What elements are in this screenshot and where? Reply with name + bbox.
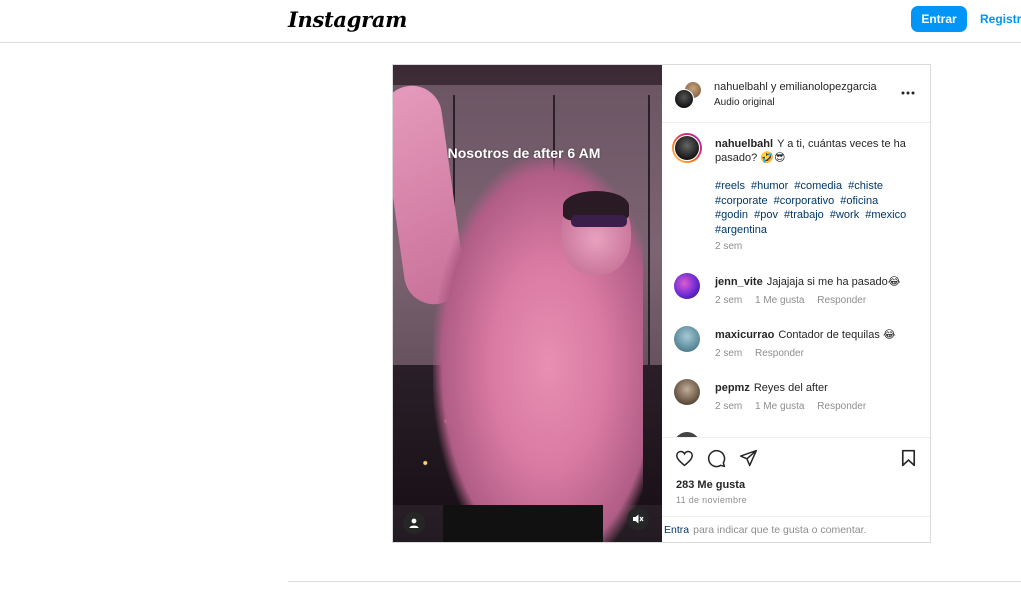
reply-button[interactable]: Responder	[817, 401, 866, 412]
comment-body: pepmz Reyes del after	[715, 381, 919, 395]
caption-meta: 2 sem	[715, 241, 752, 252]
video-figure-shorts	[443, 505, 603, 542]
hashtag[interactable]: #corporativo	[774, 195, 835, 207]
comment-time[interactable]: 2 sem	[715, 295, 742, 306]
mute-button[interactable]	[627, 508, 649, 530]
comment-button[interactable]	[706, 448, 726, 468]
login-button[interactable]: Entrar	[911, 6, 967, 32]
more-icon	[901, 91, 915, 95]
instagram-logo[interactable]: Instagram	[288, 7, 407, 32]
login-prompt: Entra para indicar que te gusta o comenta…	[662, 516, 930, 542]
video-figure-glasses	[571, 215, 627, 227]
comment-text: Contador de tequilas 😂	[778, 329, 896, 341]
audio-link[interactable]: Audio original	[714, 97, 775, 108]
comment-username[interactable]: maxicurrao	[715, 329, 774, 341]
video-caption: Nosotros de after 6 AM	[447, 145, 601, 161]
avatar[interactable]	[674, 326, 700, 352]
reel-video[interactable]: Nosotros de after 6 AM	[393, 65, 662, 542]
comment-username[interactable]: jenn_vite	[715, 276, 763, 288]
hashtag[interactable]: #chiste	[848, 180, 883, 192]
post-header: nahuelbahl y emilianolopezgarcia Audio o…	[662, 65, 930, 123]
post-authors[interactable]: nahuelbahl y emilianolopezgarcia	[714, 81, 877, 93]
top-bar: Instagram Entrar Registra	[0, 0, 1021, 43]
user-icon	[409, 518, 419, 528]
comment-body: jenn_vite Jajajaja si me ha pasado😂	[715, 275, 919, 289]
likes-count[interactable]: 283 Me gusta	[676, 479, 745, 491]
post-date[interactable]: 11 de noviembre	[676, 495, 747, 505]
login-prompt-text: para indicar que te gusta o comentar.	[693, 524, 867, 536]
comment-username[interactable]: pepmz	[715, 382, 750, 394]
hashtag[interactable]: #pov	[754, 209, 778, 221]
comments-list[interactable]: nahuelbahl Y a ti, cuántas veces te ha pa…	[662, 123, 930, 437]
more-options-button[interactable]	[898, 85, 918, 101]
hashtag[interactable]: #reels	[715, 180, 745, 192]
reply-button[interactable]: Responder	[755, 348, 804, 359]
avatar-image	[674, 135, 700, 161]
comment-time[interactable]: 2 sem	[715, 348, 742, 359]
comment-meta: 2 sem 1 Me gusta Responder	[715, 295, 876, 306]
comment-text: Jajajaja si me ha pasado😂	[766, 276, 901, 288]
comment-meta: 2 sem 1 Me gusta Responder	[715, 401, 876, 412]
register-link[interactable]: Registra	[980, 12, 1021, 26]
post-card: Nosotros de after 6 AM nahuelbahl y emil…	[392, 64, 931, 543]
comment-likes[interactable]: 1 Me gusta	[755, 401, 804, 412]
avatar	[674, 89, 694, 109]
hashtag[interactable]: #work	[830, 209, 859, 221]
share-icon	[739, 449, 757, 467]
comment-time[interactable]: 2 sem	[715, 401, 742, 412]
heart-icon	[675, 450, 693, 466]
comment-time[interactable]: 2 sem	[715, 241, 742, 252]
like-button[interactable]	[674, 448, 694, 468]
hashtag[interactable]: #mexico	[865, 209, 906, 221]
login-link[interactable]: Entra	[664, 524, 689, 536]
comment-icon	[707, 449, 725, 467]
tagged-users-button[interactable]	[403, 512, 425, 534]
hashtag[interactable]: #corporate	[715, 195, 768, 207]
hashtag[interactable]: #trabajo	[784, 209, 824, 221]
hashtag[interactable]: #humor	[751, 180, 788, 192]
hashtag[interactable]: #argentina	[715, 224, 767, 236]
hashtag[interactable]: #comedia	[794, 180, 842, 192]
avatar[interactable]	[674, 379, 700, 405]
hashtags: #reels #humor #comedia #chiste #corporat…	[715, 179, 915, 237]
avatar[interactable]	[674, 273, 700, 299]
comment-body: maxicurrao Contador de tequilas 😂	[715, 328, 919, 342]
comment-username[interactable]: nahuelbahl	[715, 138, 773, 150]
mute-icon	[633, 514, 644, 524]
comment-text: Reyes del after	[753, 382, 828, 394]
save-button[interactable]	[898, 448, 918, 468]
post-side-panel: nahuelbahl y emilianolopezgarcia Audio o…	[662, 65, 930, 542]
hashtag[interactable]: #oficina	[840, 195, 878, 207]
reply-button[interactable]: Responder	[817, 295, 866, 306]
share-button[interactable]	[738, 448, 758, 468]
hashtag[interactable]: #godin	[715, 209, 748, 221]
divider	[288, 581, 1021, 582]
comment-likes[interactable]: 1 Me gusta	[755, 295, 804, 306]
caption-body: nahuelbahl Y a ti, cuántas veces te ha pa…	[715, 137, 919, 165]
post-actions	[662, 437, 930, 477]
author-avatars[interactable]	[674, 81, 702, 109]
avatar[interactable]	[672, 133, 702, 163]
bookmark-icon	[901, 449, 915, 467]
comment-meta: 2 sem Responder	[715, 348, 814, 359]
